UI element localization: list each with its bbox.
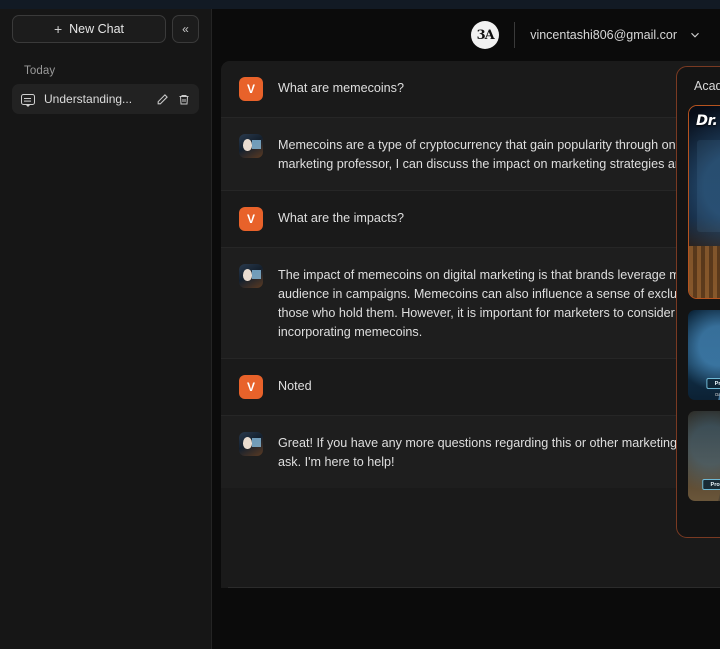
new-chat-label: New Chat [69, 22, 125, 36]
chat-history-item-title: Understanding... [44, 92, 133, 106]
featured-academician-card[interactable]: Dr. Madam BUZZWORD Professor Buzzword Ma… [688, 105, 720, 299]
featured-card-left-infographic [697, 140, 720, 232]
academician-card[interactable]: Professor Chalk Mind Classic Studies [688, 411, 720, 501]
message-row-assistant: Great! If you have any more questions re… [221, 416, 720, 488]
user-avatar: V [239, 375, 263, 399]
academicians-panel-header: Academicians [688, 77, 720, 93]
card-department: Data Science Department [715, 391, 720, 397]
message-text: Memecoins are a type of cryptocurrency t… [278, 138, 720, 171]
double-chevron-left-icon: « [182, 22, 189, 36]
message-row-assistant: The impact of memecoins on digital marke… [221, 248, 720, 359]
edit-pencil-icon[interactable] [156, 93, 169, 106]
card-nameplate: Professor Chalk Mind [702, 479, 720, 490]
message-row-assistant: Memecoins are a type of cryptocurrency t… [221, 118, 720, 191]
featured-card-stage-backdrop [689, 246, 720, 298]
academician-card[interactable]: Professor Analytix Data Science Departme… [688, 310, 720, 400]
sidebar: + New Chat « Today Understanding... [0, 9, 212, 649]
delete-trash-icon[interactable] [178, 93, 190, 106]
assistant-avatar [239, 264, 263, 288]
academicians-panel-title: Academicians [694, 79, 720, 93]
conversation-panel: V What are memecoins? Memecoins are a ty… [221, 61, 720, 588]
chevron-down-icon[interactable] [688, 28, 702, 42]
message-row-user: V What are the impacts? [221, 191, 720, 248]
message-text: Great! If you have any more questions re… [278, 436, 720, 469]
message-text: What are the impacts? [278, 211, 404, 225]
chat-history-list: Understanding... [0, 84, 211, 114]
browser-chrome-strip [0, 0, 720, 9]
message-text: The impact of memecoins on digital marke… [278, 268, 720, 339]
conversation-bottom-divider [228, 587, 720, 588]
assistant-avatar [239, 432, 263, 456]
app-root: + New Chat « Today Understanding... 3A v… [0, 9, 720, 649]
message-row-user: V What are memecoins? [221, 61, 720, 118]
account-email: vincentashi806@gmail.cor [530, 28, 677, 42]
assistant-avatar [239, 134, 263, 158]
brand-avatar[interactable]: 3A [471, 21, 500, 49]
top-header: 3A vincentashi806@gmail.cor [212, 9, 720, 61]
card-nameplate: Professor Analytix [706, 378, 720, 389]
main-area: 3A vincentashi806@gmail.cor V What are m… [212, 9, 720, 649]
chat-history-item[interactable]: Understanding... [12, 84, 199, 114]
featured-card-banner-title: Dr. Madam BUZZWORD [696, 113, 720, 129]
sidebar-section-label: Today [24, 65, 56, 77]
new-chat-button[interactable]: + New Chat [12, 15, 166, 43]
collapse-sidebar-button[interactable]: « [172, 15, 199, 43]
header-divider [514, 22, 516, 48]
user-avatar: V [239, 77, 263, 101]
chat-bubble-icon [21, 93, 35, 108]
plus-icon: + [53, 21, 63, 37]
sidebar-top-bar: + New Chat « [0, 11, 211, 47]
academician-card-grid: Professor Analytix Data Science Departme… [688, 310, 720, 400]
message-text: What are memecoins? [278, 81, 404, 95]
message-row-user: V Noted [221, 359, 720, 416]
message-text: Noted [278, 379, 312, 393]
user-avatar: V [239, 207, 263, 231]
academicians-panel: Academicians Dr. Madam BUZZWORD Professo… [676, 66, 720, 538]
chat-item-actions [156, 93, 190, 106]
